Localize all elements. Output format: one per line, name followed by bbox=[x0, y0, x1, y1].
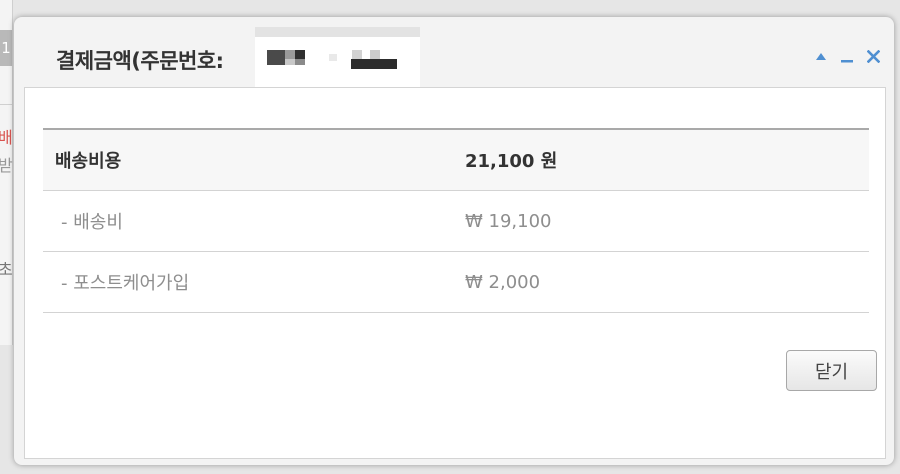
minus-icon[interactable] bbox=[840, 47, 854, 65]
background-panel: 1 배 받 초 bbox=[0, 0, 13, 345]
total-label: 배송비용 bbox=[43, 129, 465, 191]
background-text-gray: 받 bbox=[0, 156, 13, 175]
window-controls bbox=[814, 44, 880, 68]
item-amount: ₩ 2,000 bbox=[465, 251, 869, 313]
background-number-badge: 1 bbox=[0, 30, 12, 66]
background-divider bbox=[0, 104, 12, 105]
close-button[interactable]: 닫기 bbox=[786, 350, 877, 391]
close-x-icon[interactable] bbox=[866, 47, 880, 65]
table-row: - 배송비 ₩ 19,100 bbox=[43, 190, 869, 252]
payment-amount-dialog: 결제금액(주문번호: 배송비용 21,100 원 - 배송비 ₩ 19,100 … bbox=[14, 17, 894, 465]
table-row: - 포스트케어가입 ₩ 2,000 bbox=[43, 251, 869, 313]
dialog-content: 배송비용 21,100 원 - 배송비 ₩ 19,100 - 포스트케어가입 ₩… bbox=[24, 87, 886, 459]
background-text-dark: 초 bbox=[0, 260, 13, 279]
fee-table: 배송비용 21,100 원 - 배송비 ₩ 19,100 - 포스트케어가입 ₩… bbox=[43, 128, 869, 313]
triangle-up-icon[interactable] bbox=[814, 47, 828, 65]
item-label: - 배송비 bbox=[43, 190, 465, 252]
item-amount: ₩ 19,100 bbox=[465, 190, 869, 252]
background-text-red: 배 bbox=[0, 128, 13, 147]
total-amount: 21,100 원 bbox=[465, 129, 869, 191]
dialog-title: 결제금액(주문번호: bbox=[56, 49, 224, 73]
redaction-stripe bbox=[255, 27, 420, 37]
redacted-order-number bbox=[255, 27, 420, 89]
table-row-total: 배송비용 21,100 원 bbox=[43, 129, 869, 191]
item-label: - 포스트케어가입 bbox=[43, 251, 465, 313]
